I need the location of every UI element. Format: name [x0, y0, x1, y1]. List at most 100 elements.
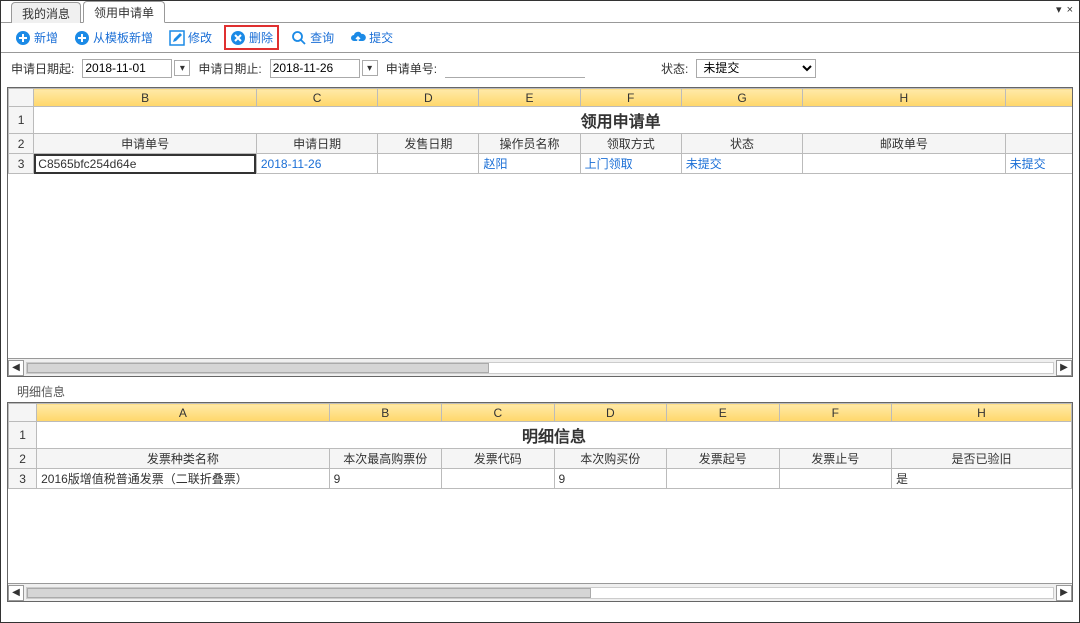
- row-number[interactable]: 1: [9, 422, 37, 449]
- date-from-label: 申请日期起:: [11, 60, 74, 77]
- submit-label: 提交: [369, 29, 393, 46]
- x-circle-icon: [230, 30, 246, 46]
- calendar-icon[interactable]: ▾: [362, 60, 378, 76]
- cell-end-no[interactable]: [779, 469, 891, 489]
- table-row[interactable]: 3 2016版增值税普通发票（二联折叠票） 9 9 是: [9, 469, 1072, 489]
- col-letter[interactable]: C: [442, 404, 554, 422]
- edit-button[interactable]: 修改: [165, 27, 216, 48]
- cell-sale-date[interactable]: [378, 154, 479, 174]
- col-letter[interactable]: B: [34, 89, 257, 107]
- add-from-template-label: 从模板新增: [93, 29, 153, 46]
- date-from-input[interactable]: [82, 59, 172, 78]
- cell-method[interactable]: 上门领取: [580, 154, 681, 174]
- col-letter[interactable]: F: [779, 404, 891, 422]
- tab-apply-form[interactable]: 领用申请单: [83, 1, 165, 23]
- bottom-grid-scroll[interactable]: A B C D E F H 1 明细信息 2 发票种类名称: [8, 403, 1072, 583]
- col-letter[interactable]: A: [37, 404, 329, 422]
- scroll-thumb[interactable]: [27, 363, 489, 373]
- scroll-right-icon[interactable]: ▶: [1056, 360, 1072, 376]
- row-number[interactable]: 2: [9, 134, 34, 154]
- tab-controls: ▾ ×: [1054, 3, 1073, 16]
- filter-bar: 申请日期起: ▾ 申请日期止: ▾ 申请单号: 状态: 未提交: [1, 53, 1079, 83]
- header-invoice-code[interactable]: 发票代码: [442, 449, 554, 469]
- toolbar: 新增 从模板新增 修改 删除 查询: [1, 23, 1079, 53]
- row-number[interactable]: 1: [9, 107, 34, 134]
- header-order-no[interactable]: 申请单号: [34, 134, 257, 154]
- col-letter[interactable]: C: [256, 89, 377, 107]
- scroll-track[interactable]: [26, 587, 1054, 599]
- top-grid-wrap: B C D E F G H I 1 领用申请单 2: [1, 83, 1079, 622]
- cell-postal-no[interactable]: [803, 154, 1005, 174]
- calendar-icon[interactable]: ▾: [174, 60, 190, 76]
- row-number[interactable]: 2: [9, 449, 37, 469]
- scroll-thumb[interactable]: [27, 588, 591, 598]
- col-letter[interactable]: E: [667, 404, 779, 422]
- tab-close-icon[interactable]: ×: [1067, 4, 1073, 16]
- col-letter[interactable]: D: [554, 404, 666, 422]
- scroll-track[interactable]: [26, 362, 1054, 374]
- cell-buy-qty[interactable]: 9: [554, 469, 666, 489]
- header-start-no[interactable]: 发票起号: [667, 449, 779, 469]
- header-status[interactable]: 状态: [681, 134, 802, 154]
- cell-invoice-code[interactable]: [442, 469, 554, 489]
- header-max-qty[interactable]: 本次最高购票份: [329, 449, 441, 469]
- tab-dropdown-icon[interactable]: ▾: [1056, 4, 1062, 16]
- col-letter[interactable]: H: [803, 89, 1005, 107]
- row-number[interactable]: 3: [9, 469, 37, 489]
- delete-button[interactable]: 删除: [224, 25, 279, 50]
- grid-title: 领用申请单: [34, 107, 1072, 134]
- header-method[interactable]: 领取方式: [580, 134, 681, 154]
- cell-apply-date[interactable]: 2018-11-26: [256, 154, 377, 174]
- delete-label: 删除: [249, 29, 273, 46]
- col-letter[interactable]: B: [329, 404, 441, 422]
- col-letter[interactable]: F: [580, 89, 681, 107]
- header-operator[interactable]: 操作员名称: [479, 134, 580, 154]
- scroll-right-icon[interactable]: ▶: [1056, 585, 1072, 601]
- scroll-left-icon[interactable]: ◀: [8, 585, 24, 601]
- scroll-left-icon[interactable]: ◀: [8, 360, 24, 376]
- row-number[interactable]: 3: [9, 154, 34, 174]
- cell-status[interactable]: 未提交: [681, 154, 802, 174]
- plus-circle-icon: [74, 30, 90, 46]
- header-sale-date[interactable]: 发售日期: [378, 134, 479, 154]
- bottom-grid-hscrollbar: ◀ ▶: [8, 583, 1072, 601]
- header-verified[interactable]: 是否已验旧: [891, 449, 1071, 469]
- cell-reason[interactable]: 未提交: [1005, 154, 1072, 174]
- add-label: 新增: [34, 29, 58, 46]
- header-buy-qty[interactable]: 本次购买份: [554, 449, 666, 469]
- tab-my-messages[interactable]: 我的消息: [11, 2, 81, 23]
- cell-operator[interactable]: 赵阳: [479, 154, 580, 174]
- table-row[interactable]: 3 C8565bfc254d64e 2018-11-26 赵阳 上门领取 未提交…: [9, 154, 1073, 174]
- col-letter[interactable]: H: [891, 404, 1071, 422]
- status-label: 状态:: [661, 60, 688, 77]
- add-from-template-button[interactable]: 从模板新增: [70, 27, 157, 48]
- corner-cell[interactable]: [9, 89, 34, 107]
- cell-order-no[interactable]: C8565bfc254d64e: [34, 154, 257, 174]
- cell-invoice-kind[interactable]: 2016版增值税普通发票（二联折叠票）: [37, 469, 329, 489]
- grid-title: 明细信息: [37, 422, 1072, 449]
- query-button[interactable]: 查询: [287, 27, 338, 48]
- header-invoice-kind[interactable]: 发票种类名称: [37, 449, 329, 469]
- add-button[interactable]: 新增: [11, 27, 62, 48]
- cell-max-qty[interactable]: 9: [329, 469, 441, 489]
- order-no-label: 申请单号:: [386, 60, 437, 77]
- header-apply-date[interactable]: 申请日期: [256, 134, 377, 154]
- detail-section-label: 明细信息: [7, 377, 1073, 402]
- col-letter[interactable]: I: [1005, 89, 1072, 107]
- top-grid-scroll[interactable]: B C D E F G H I 1 领用申请单 2: [8, 88, 1072, 358]
- col-letter[interactable]: G: [681, 89, 802, 107]
- col-letter[interactable]: D: [378, 89, 479, 107]
- top-grid: B C D E F G H I 1 领用申请单 2: [7, 87, 1073, 377]
- corner-cell[interactable]: [9, 404, 37, 422]
- submit-button[interactable]: 提交: [346, 27, 397, 48]
- cell-verified[interactable]: 是: [891, 469, 1071, 489]
- search-icon: [291, 30, 307, 46]
- date-to-input[interactable]: [270, 59, 360, 78]
- cell-start-no[interactable]: [667, 469, 779, 489]
- header-reason[interactable]: 原因说明: [1005, 134, 1072, 154]
- header-end-no[interactable]: 发票止号: [779, 449, 891, 469]
- status-select[interactable]: 未提交: [696, 59, 816, 78]
- col-letter[interactable]: E: [479, 89, 580, 107]
- header-postal-no[interactable]: 邮政单号: [803, 134, 1005, 154]
- order-no-input[interactable]: [445, 59, 585, 78]
